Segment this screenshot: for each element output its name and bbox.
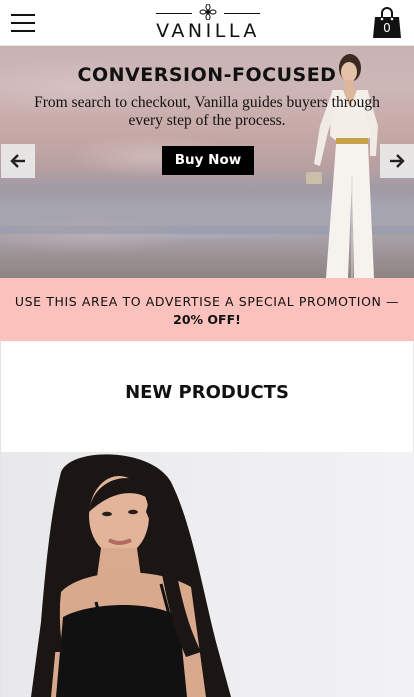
flower-emblem-icon [199,4,217,20]
logo-text: VANILLA [156,20,260,42]
site-logo[interactable]: VANILLA [150,3,266,43]
site-header: VANILLA 0 [0,0,414,46]
promo-banner[interactable]: USE THIS AREA TO ADVERTISE A SPECIAL PRO… [0,278,414,341]
logo-rule-left [156,13,192,14]
promo-text: USE THIS AREA TO ADVERTISE A SPECIAL PRO… [14,294,400,309]
hero-slider: CONVERSION-FOCUSED From search to checko… [0,46,414,278]
cart-count-badge: 0 [383,21,391,35]
hero-title: CONVERSION-FOCUSED [77,64,337,86]
arrow-left-icon [10,154,25,168]
arrow-right-icon [390,154,405,168]
promo-discount: 20% OFF! [173,312,241,327]
slider-next-button[interactable] [380,144,414,178]
buy-now-button[interactable]: Buy Now [162,146,254,175]
product-model-photo [31,454,231,697]
logo-rule-right [224,13,260,14]
hero-subtitle: From search to checkout, Vanilla guides … [34,94,380,129]
product-image[interactable] [1,452,414,697]
hamburger-menu-icon[interactable] [11,12,35,32]
slider-prev-button[interactable] [1,144,35,178]
section-title: NEW PRODUCTS [125,382,289,403]
shopping-bag-icon[interactable]: 0 [372,5,402,39]
